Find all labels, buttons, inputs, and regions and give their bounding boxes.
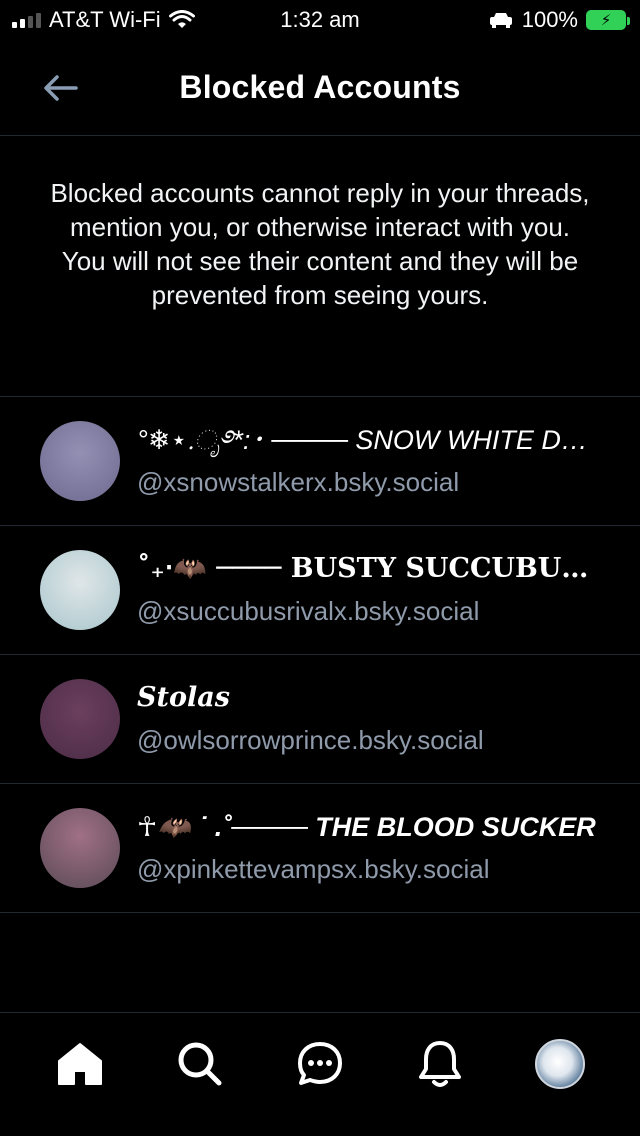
blocked-accounts-description: Blocked accounts cannot reply in your th… [50, 178, 590, 310]
blocked-account-row[interactable]: ˚₊‧🦇 ──── BUSTY SUCCUBUS RIVAL @xsuccubu… [0, 526, 640, 655]
battery-icon: ⚡ [586, 10, 630, 30]
bell-icon [419, 1040, 461, 1087]
account-handle: @xpinkettevampsx.bsky.social [137, 854, 490, 884]
display-name: ☥🦇 ˙ .˚──── THE BLOOD SUCKER [137, 812, 596, 842]
blocked-account-list: °❄︎⋆.ೃ࿔*:･ ──── SNOW WHITE DEAD @xsnowst… [0, 397, 640, 913]
account-handle: @xsuccubusrivalx.bsky.social [137, 596, 480, 626]
display-name: Stolas [137, 682, 230, 713]
search-icon [178, 1042, 222, 1085]
avatar [40, 808, 120, 888]
carrier-label: AT&T Wi-Fi [49, 7, 161, 32]
nav-profile[interactable] [530, 1034, 590, 1094]
display-name: ˚₊‧🦇 ──── BUSTY SUCCUBUS RIVAL [137, 553, 597, 584]
avatar [40, 679, 120, 759]
blocked-account-row[interactable]: ☥🦇 ˙ .˚──── THE BLOOD SUCKER @xpinkettev… [0, 784, 640, 913]
arrow-left-icon [44, 75, 78, 101]
back-button[interactable] [38, 66, 82, 110]
profile-avatar [535, 1038, 585, 1089]
car-icon [489, 13, 512, 28]
home-icon [58, 1042, 102, 1085]
header: Blocked Accounts [0, 40, 640, 136]
account-handle: @xsnowstalkerx.bsky.social [137, 467, 460, 497]
nav-search[interactable] [170, 1034, 230, 1094]
nav-home[interactable] [50, 1034, 110, 1094]
nav-chat[interactable] [290, 1034, 350, 1094]
blocked-account-row[interactable]: °❄︎⋆.ೃ࿔*:･ ──── SNOW WHITE DEAD @xsnowst… [0, 397, 640, 526]
screen: AT&T Wi-Fi 1:32 am 100% ⚡ Blocked Accoun… [0, 0, 640, 1136]
wifi-icon [168, 10, 195, 28]
status-bar: AT&T Wi-Fi 1:32 am 100% ⚡ [0, 0, 640, 40]
bottom-nav [0, 1012, 640, 1136]
avatar [40, 421, 120, 501]
account-handle: @owlsorrowprince.bsky.social [137, 725, 484, 755]
cellular-signal-icon [12, 12, 41, 28]
chat-icon [298, 1041, 342, 1085]
blocked-account-row[interactable]: Stolas @owlsorrowprince.bsky.social [0, 655, 640, 784]
charging-bolt-icon: ⚡ [600, 11, 612, 29]
battery-percent: 100% [521, 7, 578, 32]
nav-notifications[interactable] [410, 1034, 470, 1094]
page-title: Blocked Accounts [179, 69, 461, 105]
avatar [40, 550, 120, 630]
display-name: °❄︎⋆.ೃ࿔*:･ ──── SNOW WHITE DEAD [137, 425, 597, 455]
